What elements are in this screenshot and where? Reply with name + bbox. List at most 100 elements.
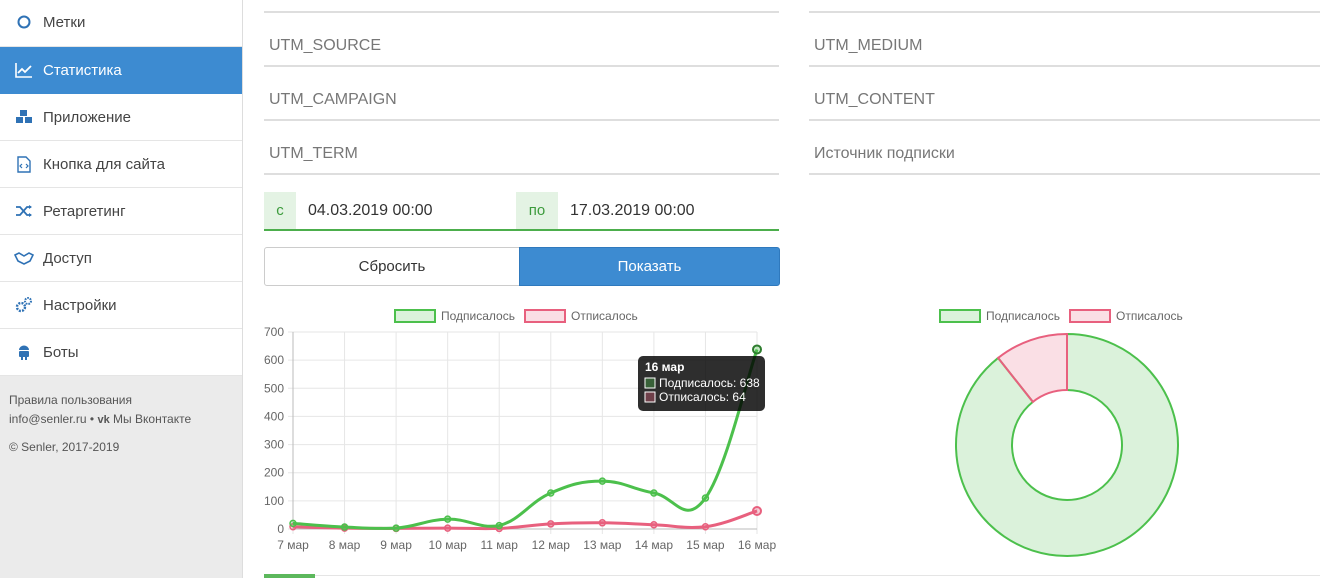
terms-link[interactable]: Правила пользования <box>9 393 132 407</box>
data-point <box>598 477 607 485</box>
field-top-right[interactable] <box>809 0 1320 13</box>
pie-legend-label-0: Подписалось <box>986 309 1060 323</box>
utm-source-field <box>264 27 779 67</box>
tag-circle-icon <box>14 12 34 32</box>
x-tick-label: 12 мар <box>532 538 571 552</box>
email-link[interactable]: info@senler.ru <box>9 412 87 426</box>
date-range: с 04.03.2019 00:00 по 17.03.2019 00:00 <box>264 192 779 231</box>
data-point <box>340 523 349 531</box>
tab-divider <box>264 575 1320 576</box>
sidebar-item-label: Кнопка для сайта <box>43 155 165 173</box>
y-tick-label: 500 <box>264 381 284 395</box>
source-input[interactable] <box>814 145 1320 163</box>
sidebar-item-5[interactable]: Доступ <box>0 235 242 282</box>
gears-icon <box>14 295 34 315</box>
android-icon <box>14 342 34 362</box>
legend-swatch-0 <box>394 309 436 323</box>
x-tick-label: 11 мар <box>481 538 519 552</box>
date-to-input[interactable]: 17.03.2019 00:00 <box>558 192 695 229</box>
y-tick-label: 400 <box>264 409 284 423</box>
data-point <box>495 521 503 530</box>
sidebar-footer: Правила пользования info@senler.ru • vk … <box>0 376 242 472</box>
y-tick-label: 0 <box>277 522 284 536</box>
x-tick-label: 8 мар <box>329 538 361 552</box>
sidebar-item-label: Ретаргетинг <box>43 202 126 220</box>
sidebar-item-label: Метки <box>43 13 86 31</box>
pie-legend-label-1: Отписалось <box>1116 309 1183 323</box>
utm-term-field <box>264 135 779 175</box>
y-tick-label: 100 <box>264 494 284 508</box>
sidebar-item-3[interactable]: Кнопка для сайта <box>0 141 242 188</box>
x-tick-label: 15 мар <box>686 538 725 552</box>
y-tick-label: 600 <box>264 353 284 367</box>
line-chart-svg: Подписалось Отписалось 0 100 200 300 400 500 600… <box>264 309 777 552</box>
sidebar-item-label: Боты <box>43 343 79 361</box>
y-tick-label: 200 <box>264 466 284 480</box>
data-point <box>752 344 762 355</box>
data-point <box>547 520 555 528</box>
cubes-icon <box>14 107 34 127</box>
sidebar: Метки Статистика Приложение Кнопка для сайт… <box>0 0 243 578</box>
line-chart: Подписалось Отписалось 0 100 200 300 400 500 600… <box>258 300 788 565</box>
utm-campaign-input[interactable] <box>269 91 779 109</box>
y-tick-label: 300 <box>264 438 284 452</box>
date-to-prefix: по <box>516 192 558 229</box>
sidebar-item-6[interactable]: Настройки <box>0 282 242 329</box>
shuffle-icon <box>14 201 34 221</box>
sidebar-item-2[interactable]: Приложение <box>0 94 242 141</box>
x-tick-label: 14 мар <box>635 538 674 552</box>
utm-content-input[interactable] <box>814 91 1320 109</box>
x-tick-label: 7 мар <box>277 538 309 552</box>
tooltip-title: 16 мар <box>645 360 684 374</box>
data-point <box>701 494 710 502</box>
y-tick-label: 700 <box>264 325 284 339</box>
vk-link[interactable]: Мы Вконтакте <box>113 412 191 426</box>
data-point <box>547 489 555 497</box>
data-point <box>650 489 658 497</box>
data-point <box>701 522 710 531</box>
tooltip-line-1: Отписалось: 64 <box>659 390 746 404</box>
x-tick-label: 13 мар <box>583 538 622 552</box>
sidebar-item-label: Приложение <box>43 108 131 126</box>
show-button[interactable]: Показать <box>519 247 780 286</box>
sidebar-item-7[interactable]: Боты <box>0 329 242 376</box>
code-file-icon <box>14 154 34 174</box>
utm-medium-field <box>809 27 1320 67</box>
vk-icon: vk <box>97 414 110 426</box>
source-field <box>809 135 1320 175</box>
series-line-1 <box>292 509 758 531</box>
sidebar-item-4[interactable]: Ретаргетинг <box>0 188 242 235</box>
x-tick-label: 16 мар <box>738 538 777 552</box>
data-point <box>392 524 400 532</box>
tooltip-swatch-1 <box>644 391 656 403</box>
tooltip-line-0: Подписалось: 638 <box>659 376 760 390</box>
sidebar-item-1[interactable]: Статистика <box>0 47 242 94</box>
data-point <box>650 521 658 529</box>
utm-medium-input[interactable] <box>814 37 1320 55</box>
doughnut-chart-svg: Подписалось Отписалось <box>939 309 1183 557</box>
sidebar-nav: Метки Статистика Приложение Кнопка для сайт… <box>0 0 242 376</box>
sidebar-item-label: Доступ <box>43 249 92 267</box>
x-tick-label: 9 мар <box>380 538 412 552</box>
sidebar-item-label: Настройки <box>43 296 117 314</box>
sidebar-item-label: Статистика <box>43 61 122 79</box>
data-point <box>598 519 607 527</box>
data-point <box>443 515 452 523</box>
date-from-prefix: с <box>264 192 296 229</box>
legend-swatch-1 <box>524 309 566 323</box>
copyright: © Senler, 2017-2019 <box>9 440 120 454</box>
date-from-input[interactable]: 04.03.2019 00:00 <box>296 192 516 229</box>
separator: • <box>89 412 95 426</box>
sidebar-item-0[interactable]: Метки <box>0 0 242 47</box>
data-point <box>752 505 762 516</box>
field-top-left[interactable] <box>264 0 779 13</box>
legend-label-0: Подписалось <box>441 309 515 323</box>
legend-label-1: Отписалось <box>571 309 638 323</box>
pie-legend-swatch-0 <box>939 309 981 323</box>
utm-source-input[interactable] <box>269 37 779 55</box>
data-point <box>289 519 297 528</box>
utm-term-input[interactable] <box>269 145 779 163</box>
active-tab-indicator[interactable] <box>264 574 315 578</box>
utm-campaign-field <box>264 81 779 121</box>
reset-button[interactable]: Сбросить <box>264 247 520 286</box>
